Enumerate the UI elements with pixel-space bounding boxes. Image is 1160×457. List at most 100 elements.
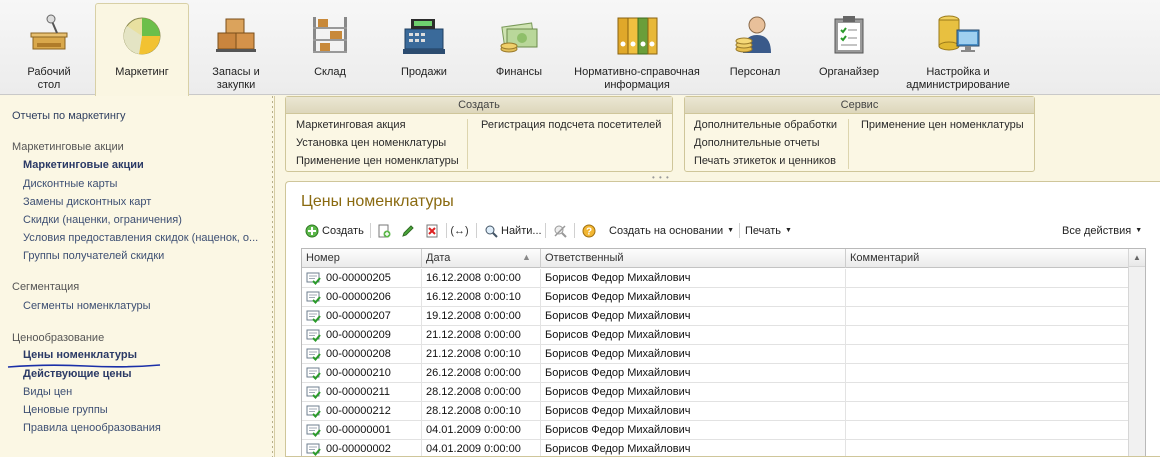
form-toolbar: Создать (↔) Найти... ? Создать на основа… xyxy=(286,219,1160,241)
additional-processing-link[interactable]: Дополнительные обработки xyxy=(694,119,837,131)
cell-number: 00-00000206 xyxy=(302,288,422,307)
number-text: 00-00000206 xyxy=(326,291,391,303)
create-price-application-link[interactable]: Применение цен номенклатуры xyxy=(296,155,459,167)
section-stocks[interactable]: Запасы и закупки xyxy=(196,4,276,95)
table-row[interactable]: 00-00000207 19.12.2008 0:00:00 Борисов Фед… xyxy=(302,307,1128,326)
nav-item-current-prices[interactable]: Действующие цены xyxy=(23,368,132,380)
create-button[interactable]: Создать xyxy=(304,222,364,239)
table-row[interactable]: 00-00000001 04.01.2009 0:00:00 Борисов Фед… xyxy=(302,421,1128,440)
nav-item-marketing-actions[interactable]: Маркетинговые акции xyxy=(23,159,144,171)
sort-ascending-icon: ▲ xyxy=(522,252,531,262)
create-based-on-dropdown[interactable]: Создать на основании ▼ xyxy=(609,222,734,239)
print-labels-link[interactable]: Печать этикеток и ценников xyxy=(694,155,836,167)
section-finance[interactable]: Финансы xyxy=(479,4,559,95)
dropdown-arrow-icon: ▼ xyxy=(785,227,792,234)
all-actions-dropdown[interactable]: Все действия ▼ xyxy=(1062,222,1142,239)
cell-responsible: Борисов Федор Михайлович xyxy=(541,440,846,456)
cell-date: 21.12.2008 0:00:00 xyxy=(422,326,541,345)
clipboard-icon xyxy=(825,10,873,60)
table-row[interactable]: 00-00000206 16.12.2008 0:00:10 Борисов Фед… xyxy=(302,288,1128,307)
section-label: Органайзер xyxy=(818,66,880,78)
table-scrollbar[interactable]: ▲ xyxy=(1128,249,1145,456)
cell-number: 00-00000001 xyxy=(302,421,422,440)
section-label: Запасы и закупки xyxy=(212,66,260,91)
edit-button[interactable] xyxy=(400,222,418,239)
section-personnel[interactable]: Персонал xyxy=(715,4,795,95)
table-row[interactable]: 00-00000205 16.12.2008 0:00:00 Борисов Фед… xyxy=(302,269,1128,288)
nav-scrollbar[interactable] xyxy=(271,96,274,457)
posted-document-icon xyxy=(306,310,321,323)
cell-number: 00-00000210 xyxy=(302,364,422,383)
section-sales[interactable]: Продажи xyxy=(384,4,464,95)
table-row[interactable]: 00-00000210 26.12.2008 0:00:00 Борисов Фед… xyxy=(302,364,1128,383)
number-text: 00-00000212 xyxy=(326,405,391,417)
nav-reports-link[interactable]: Отчеты по маркетингу xyxy=(12,110,125,122)
cell-comment xyxy=(846,440,1128,456)
boxes-icon xyxy=(212,10,260,60)
section-organizer[interactable]: Органайзер xyxy=(809,4,889,95)
cell-responsible: Борисов Федор Михайлович xyxy=(541,402,846,421)
post-toggle-button[interactable]: (↔) xyxy=(450,222,470,239)
nav-item-card-replacements[interactable]: Замены дисконтных карт xyxy=(23,196,151,208)
nav-item-item-segments[interactable]: Сегменты номенклатуры xyxy=(23,300,151,312)
cell-date: 26.12.2008 0:00:00 xyxy=(422,364,541,383)
posted-document-icon xyxy=(306,367,321,380)
additional-reports-link[interactable]: Дополнительные отчеты xyxy=(694,137,819,149)
section-marketing[interactable]: Маркетинг xyxy=(95,3,189,96)
section-label: Рабочий стол xyxy=(27,66,71,91)
help-button[interactable]: ? xyxy=(581,222,599,239)
create-label: Создать xyxy=(322,224,364,237)
section-desktop[interactable]: Рабочий стол xyxy=(10,4,88,95)
section-label: Продажи xyxy=(401,66,447,78)
cancel-search-button[interactable] xyxy=(552,222,570,239)
cell-comment xyxy=(846,364,1128,383)
number-text: 00-00000208 xyxy=(326,348,391,360)
nav-item-price-types[interactable]: Виды цен xyxy=(23,386,72,398)
cell-comment xyxy=(846,421,1128,440)
create-price-setting-link[interactable]: Установка цен номенклатуры xyxy=(296,137,446,149)
create-marketing-action-link[interactable]: Маркетинговая акция xyxy=(296,119,406,131)
posted-document-icon xyxy=(306,386,321,399)
nav-item-discount-conditions[interactable]: Условия предоставления скидок (наценок, … xyxy=(23,232,258,244)
section-settings[interactable]: Настройка и администрирование xyxy=(897,4,1019,95)
nav-item-pricing-rules[interactable]: Правила ценообразования xyxy=(23,422,161,434)
nav-item-price-groups[interactable]: Ценовые группы xyxy=(23,404,108,416)
cell-responsible: Борисов Федор Михайлович xyxy=(541,269,846,288)
section-reference-info[interactable]: Нормативно-справочная информация xyxy=(569,4,705,95)
copy-button[interactable] xyxy=(376,222,394,239)
table-row[interactable]: 00-00000211 28.12.2008 0:00:00 Борисов Фед… xyxy=(302,383,1128,402)
posted-document-icon xyxy=(306,405,321,418)
cell-responsible: Борисов Федор Михайлович xyxy=(541,307,846,326)
service-price-application-link[interactable]: Применение цен номенклатуры xyxy=(861,119,1024,131)
cancel-search-icon xyxy=(552,223,567,238)
nav-item-discount-cards[interactable]: Дисконтные карты xyxy=(23,178,117,190)
money-icon xyxy=(495,10,543,60)
column-header-responsible[interactable]: Ответственный xyxy=(541,249,846,268)
find-label: Найти... xyxy=(501,224,542,237)
print-dropdown[interactable]: Печать ▼ xyxy=(745,222,792,239)
find-button[interactable]: Найти... xyxy=(483,222,542,239)
column-header-comment[interactable]: Комментарий xyxy=(846,249,1128,268)
nav-item-discounts[interactable]: Скидки (наценки, ограничения) xyxy=(23,214,182,226)
delete-button[interactable] xyxy=(424,222,442,239)
column-header-number[interactable]: Номер xyxy=(302,249,422,268)
cell-responsible: Борисов Федор Михайлович xyxy=(541,326,846,345)
create-visitor-count-link[interactable]: Регистрация подсчета посетителей xyxy=(481,119,661,131)
cell-responsible: Борисов Федор Михайлович xyxy=(541,345,846,364)
nav-item-discount-recipients[interactable]: Группы получателей скидки xyxy=(23,250,164,262)
binders-icon xyxy=(613,10,661,60)
all-actions-label: Все действия xyxy=(1062,224,1132,237)
pencil-icon xyxy=(400,223,415,238)
table-row[interactable]: 00-00000208 21.12.2008 0:00:10 Борисов Фед… xyxy=(302,345,1128,364)
section-warehouse[interactable]: Склад xyxy=(290,4,370,95)
table-row[interactable]: 00-00000212 28.12.2008 0:00:10 Борисов Фед… xyxy=(302,402,1128,421)
nav-item-item-prices[interactable]: Цены номенклатуры xyxy=(23,349,137,361)
cell-responsible: Борисов Федор Михайлович xyxy=(541,421,846,440)
cell-date: 04.01.2009 0:00:00 xyxy=(422,421,541,440)
scroll-up-icon[interactable]: ▲ xyxy=(1129,249,1145,267)
table-row[interactable]: 00-00000209 21.12.2008 0:00:00 Борисов Фед… xyxy=(302,326,1128,345)
section-label: Финансы xyxy=(495,66,543,78)
table-row[interactable]: 00-00000002 04.01.2009 0:00:00 Борисов Фед… xyxy=(302,440,1128,456)
section-label: Склад xyxy=(314,66,346,78)
dropdown-arrow-icon: ▼ xyxy=(1135,227,1143,234)
